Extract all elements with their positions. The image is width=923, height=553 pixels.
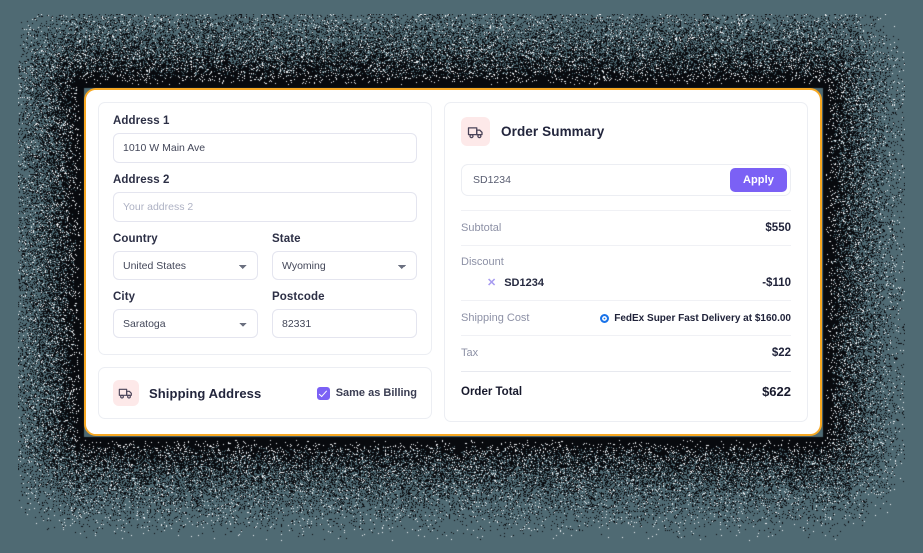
billing-column: Address 1 Address 2 Country United State… xyxy=(86,90,444,434)
discount-line: ✕ SD1234 -$110 xyxy=(461,277,791,289)
billing-address-panel: Address 1 Address 2 Country United State… xyxy=(98,102,432,355)
state-label: State xyxy=(272,233,301,245)
shipping-cost-label: Shipping Cost xyxy=(461,312,530,324)
apply-coupon-button[interactable]: Apply xyxy=(729,168,787,192)
address1-input[interactable] xyxy=(113,133,417,163)
postcode-input[interactable] xyxy=(272,309,417,338)
country-select[interactable]: United States xyxy=(113,251,258,280)
discount-code-group: ✕ SD1234 xyxy=(487,277,544,289)
city-label: City xyxy=(113,291,136,303)
address2-input[interactable] xyxy=(113,192,417,222)
state-select[interactable]: Wyoming xyxy=(272,251,417,280)
shipping-option-radio[interactable] xyxy=(600,313,610,323)
shipping-cost-row: Shipping Cost FedEx Super Fast Delivery … xyxy=(461,300,791,335)
subtotal-label: Subtotal xyxy=(461,222,502,234)
order-summary-panel: Order Summary Apply Subtotal $550 Discou… xyxy=(444,102,808,422)
subtotal-value: $550 xyxy=(765,222,791,234)
discount-block: Discount ✕ SD1234 -$110 xyxy=(461,245,791,300)
coupon-row: Apply xyxy=(461,164,791,196)
city-field: City Saratoga xyxy=(113,291,258,338)
postcode-label: Postcode xyxy=(272,291,325,303)
postcode-field: Postcode xyxy=(272,291,417,338)
address1-field: Address 1 xyxy=(113,115,417,163)
city-postcode-row: City Saratoga Postcode xyxy=(113,291,417,338)
order-summary-column: Order Summary Apply Subtotal $550 Discou… xyxy=(444,90,820,434)
order-summary-title: Order Summary xyxy=(501,124,605,139)
order-summary-header: Order Summary xyxy=(461,117,791,146)
subtotal-row: Subtotal $550 xyxy=(461,210,791,245)
address2-label: Address 2 xyxy=(113,174,170,186)
delivery-truck-icon xyxy=(461,117,490,146)
country-label: Country xyxy=(113,233,158,245)
same-as-billing-label: Same as Billing xyxy=(335,387,417,399)
tax-label: Tax xyxy=(461,347,479,359)
country-state-row: Country United States State Wyoming xyxy=(113,233,417,280)
shipping-option-label: FedEx Super Fast Delivery at $160.00 xyxy=(614,312,791,324)
country-field: Country United States xyxy=(113,233,258,280)
discount-value: -$110 xyxy=(762,277,791,289)
shipping-address-title: Shipping Address xyxy=(149,385,262,401)
shipping-address-panel: Shipping Address Same as Billing xyxy=(98,367,432,419)
order-total-row: Order Total $622 xyxy=(461,371,791,399)
address2-field: Address 2 xyxy=(113,174,417,222)
coupon-input[interactable] xyxy=(462,165,730,195)
tax-row: Tax $22 xyxy=(461,335,791,370)
close-x-icon[interactable]: ✕ xyxy=(487,277,496,289)
delivery-truck-icon xyxy=(113,380,139,406)
city-select[interactable]: Saratoga xyxy=(113,309,258,338)
discount-label: Discount xyxy=(461,256,504,268)
state-field: State Wyoming xyxy=(272,233,417,280)
same-as-billing-control[interactable]: Same as Billing xyxy=(316,386,417,400)
same-as-billing-checkbox[interactable] xyxy=(316,386,330,400)
discount-code-text: SD1234 xyxy=(504,277,544,289)
shipping-option[interactable]: FedEx Super Fast Delivery at $160.00 xyxy=(600,313,791,324)
address1-label: Address 1 xyxy=(113,115,170,127)
order-total-label: Order Total xyxy=(461,385,523,398)
order-total-value: $622 xyxy=(762,384,791,399)
tax-value: $22 xyxy=(771,347,791,359)
checkout-card: Address 1 Address 2 Country United State… xyxy=(84,88,822,436)
